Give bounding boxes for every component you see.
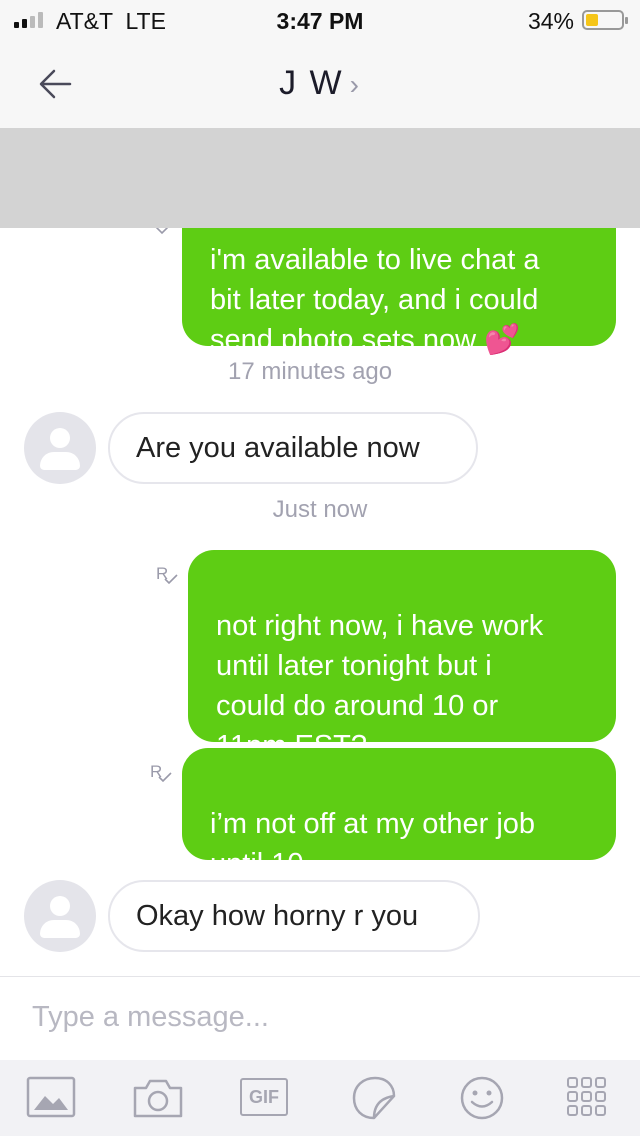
message-composer	[0, 976, 640, 1060]
sticker-button[interactable]	[350, 1074, 402, 1122]
message-text: Okay how horny r you	[136, 900, 419, 932]
message-list[interactable]: i'm available to live chat a bit later t…	[0, 228, 640, 976]
gif-button[interactable]: GIF	[240, 1074, 292, 1122]
message-input[interactable]	[32, 995, 612, 1039]
camera-button[interactable]	[132, 1074, 184, 1122]
chevron-right-icon: ›	[349, 69, 361, 100]
read-receipt-icon	[154, 228, 174, 242]
incoming-message[interactable]: Okay how horny r you	[108, 880, 480, 952]
message-text: not right now, i have work until later t…	[216, 610, 544, 762]
battery-percent: 34%	[527, 8, 574, 34]
redacted-area	[0, 128, 640, 228]
message-timestamp: Just now	[272, 496, 368, 523]
incoming-message[interactable]: Are you available now	[108, 412, 478, 484]
message-text: Are you available now	[136, 432, 420, 464]
chat-header: J W ›	[0, 40, 640, 128]
gif-icon: GIF	[240, 1078, 288, 1116]
sticker-icon	[352, 1076, 396, 1120]
contact-name-button[interactable]: J W ›	[0, 64, 640, 103]
outgoing-message[interactable]: i’m not off at my other job until 10	[182, 748, 616, 880]
outgoing-message[interactable]: i'm available to live chat a bit later t…	[182, 228, 616, 356]
emoji-icon	[460, 1076, 504, 1120]
message-timestamp: 17 minutes ago	[228, 358, 393, 385]
camera-icon	[133, 1079, 183, 1118]
message-text: i’m not off at my other job until 10	[210, 808, 536, 880]
contact-avatar[interactable]	[24, 880, 96, 952]
status-bar: AT&T LTE 3:47 PM 34%	[0, 0, 640, 40]
outgoing-message[interactable]: not right now, i have work until later t…	[188, 550, 616, 762]
battery-icon	[582, 10, 628, 30]
composer-toolbar: GIF	[0, 1060, 640, 1136]
read-receipt-icon: R	[150, 762, 178, 790]
battery-fill	[586, 14, 598, 26]
read-receipt-icon: R	[156, 564, 184, 592]
grid-menu-icon	[567, 1077, 606, 1116]
image-icon	[26, 1076, 76, 1118]
message-text: i'm available to live chat a bit later t…	[210, 244, 540, 356]
more-options-button[interactable]	[566, 1074, 618, 1122]
image-button[interactable]	[26, 1074, 78, 1122]
emoji-button[interactable]	[458, 1074, 510, 1122]
contact-avatar[interactable]	[24, 412, 96, 484]
contact-name: J W	[279, 64, 344, 102]
